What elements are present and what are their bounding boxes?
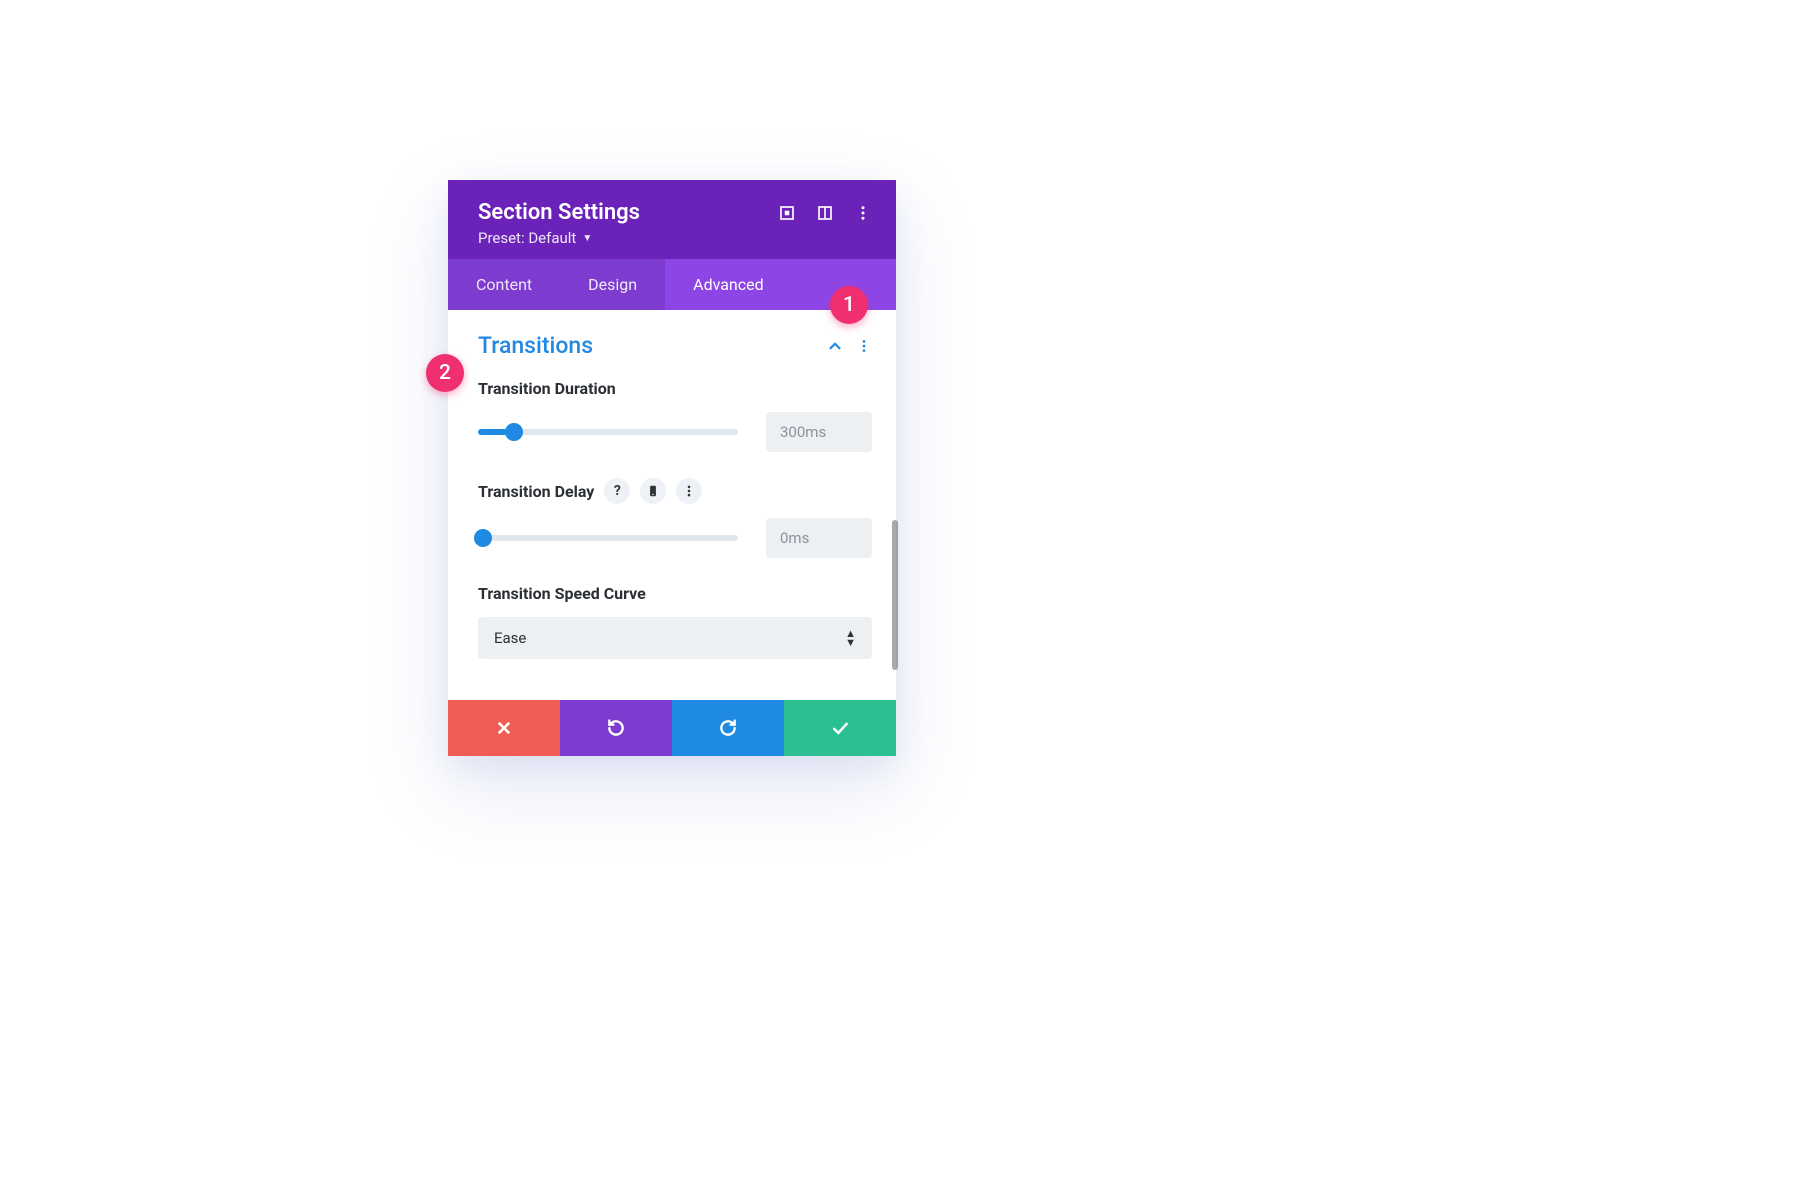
input-transition-delay[interactable]: 0ms <box>766 518 872 558</box>
field-transition-delay: Transition Delay ? 0ms <box>478 478 872 558</box>
slider-transition-duration[interactable] <box>478 429 738 435</box>
tab-design[interactable]: Design <box>560 259 665 310</box>
redo-button[interactable] <box>672 700 784 756</box>
preset-dropdown[interactable]: Preset: Default ▼ <box>478 229 592 247</box>
tab-content[interactable]: Content <box>448 259 560 310</box>
panel-body: Transitions Transition Duration 300ms <box>448 310 896 700</box>
label-transition-delay: Transition Delay <box>478 482 594 501</box>
section-more-icon[interactable] <box>856 338 872 354</box>
tabs: Content Design Advanced <box>448 259 896 310</box>
caret-down-icon: ▼ <box>582 233 592 244</box>
panel-footer <box>448 700 896 756</box>
input-transition-duration[interactable]: 300ms <box>766 412 872 452</box>
scrollbar[interactable] <box>892 520 898 670</box>
undo-button[interactable] <box>560 700 672 756</box>
phone-icon[interactable] <box>640 478 666 504</box>
panel-header: Section Settings Preset: Default ▼ <box>448 180 896 259</box>
annotation-badge-2: 2 <box>426 354 464 392</box>
help-icon[interactable]: ? <box>604 478 630 504</box>
field-transition-duration: Transition Duration 300ms <box>478 379 872 452</box>
panel-title: Section Settings <box>478 200 640 225</box>
confirm-button[interactable] <box>784 700 896 756</box>
label-transition-duration: Transition Duration <box>478 379 872 398</box>
field-transition-speed-curve: Transition Speed Curve Ease ▲▼ <box>478 584 872 659</box>
label-transition-speed-curve: Transition Speed Curve <box>478 584 872 603</box>
cancel-button[interactable] <box>448 700 560 756</box>
select-arrows-icon: ▲▼ <box>845 630 856 647</box>
select-value: Ease <box>494 629 526 647</box>
annotation-badge-1: 1 <box>830 286 868 324</box>
more-vertical-icon[interactable] <box>854 204 872 222</box>
preset-label: Preset: Default <box>478 229 576 247</box>
settings-panel: Section Settings Preset: Default ▼ <box>448 180 896 756</box>
field-more-icon[interactable] <box>676 478 702 504</box>
panel-layout-icon[interactable] <box>816 204 834 222</box>
collapse-section-icon[interactable] <box>826 337 844 355</box>
slider-transition-delay[interactable] <box>478 535 738 541</box>
expand-icon[interactable] <box>778 204 796 222</box>
section-title-transitions[interactable]: Transitions <box>478 332 593 359</box>
select-transition-speed-curve[interactable]: Ease ▲▼ <box>478 617 872 659</box>
